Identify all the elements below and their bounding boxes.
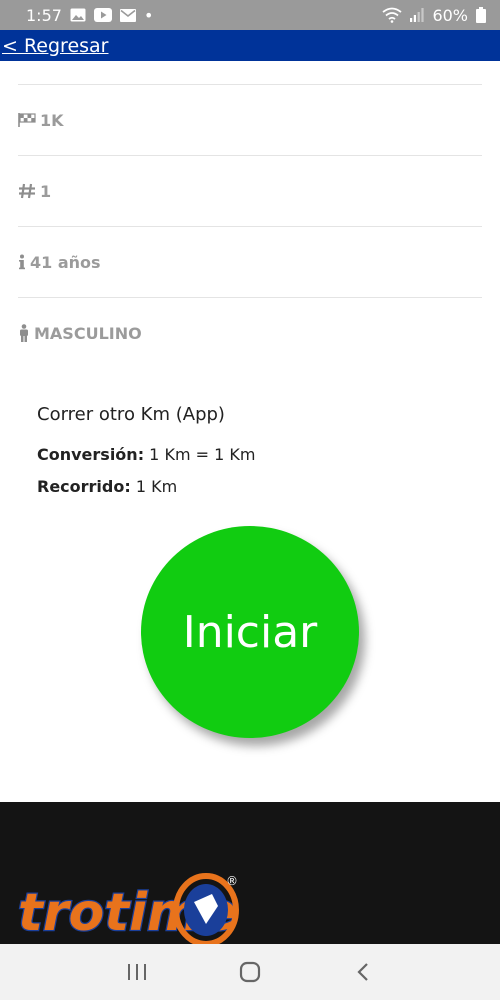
logo-registered-mark: ® [226, 874, 238, 888]
distance-value: 1K [40, 110, 64, 130]
status-bar: 1:57 • 60% [0, 0, 500, 30]
conversion-line: Conversión: 1 Km = 1 Km [37, 445, 467, 464]
route-label: Recorrido: [37, 477, 131, 496]
status-time: 1:57 [26, 5, 62, 25]
top-nav-bar: < Regresar [0, 30, 500, 61]
image-icon [70, 8, 86, 22]
person-icon [18, 324, 30, 342]
trotime-logo: trotime ® [16, 872, 246, 951]
status-left: 1:57 • [26, 6, 153, 25]
signal-icon [410, 8, 425, 22]
route-value: 1 Km [130, 477, 178, 496]
age-value: 41 años [30, 252, 101, 272]
back-link[interactable]: < Regresar [2, 35, 109, 57]
status-right: 60% [382, 6, 486, 25]
conversion-value: 1 Km = 1 Km [144, 445, 256, 464]
race-details: Correr otro Km (App) Conversión: 1 Km = … [37, 400, 467, 496]
recent-apps-button[interactable] [107, 952, 167, 992]
number-value: 1 [40, 181, 52, 201]
back-icon [357, 963, 369, 981]
conversion-label: Conversión: [37, 445, 145, 464]
youtube-icon [93, 8, 112, 22]
race-title: Correr otro Km (App) [37, 404, 225, 425]
age-row: 41 años [18, 226, 482, 297]
footer: trotime ® [0, 802, 500, 947]
flag-icon [18, 113, 36, 127]
battery-icon [476, 7, 486, 23]
distance-row: 1K [18, 84, 482, 155]
wifi-icon [382, 7, 402, 23]
gender-row: MASCULINO [18, 297, 482, 368]
athlete-info: 1K 1 41 años MASCULINO [0, 61, 500, 368]
battery-percent: 60% [432, 5, 468, 25]
recent-apps-icon [127, 964, 146, 980]
home-button[interactable] [220, 952, 280, 992]
home-icon [239, 961, 261, 983]
back-button[interactable] [333, 952, 393, 992]
status-dot: • [143, 5, 154, 25]
android-nav-bar [0, 944, 500, 1000]
start-button[interactable]: Iniciar [141, 526, 359, 738]
info-list: 1K 1 41 años MASCULINO [18, 84, 482, 368]
start-button-label: Iniciar [182, 606, 318, 658]
route-line: Recorrido: 1 Km [37, 477, 467, 496]
number-row: 1 [18, 155, 482, 226]
gender-value: MASCULINO [34, 323, 142, 343]
mail-icon [119, 8, 136, 22]
hash-icon [18, 183, 36, 199]
info-icon [18, 254, 26, 270]
